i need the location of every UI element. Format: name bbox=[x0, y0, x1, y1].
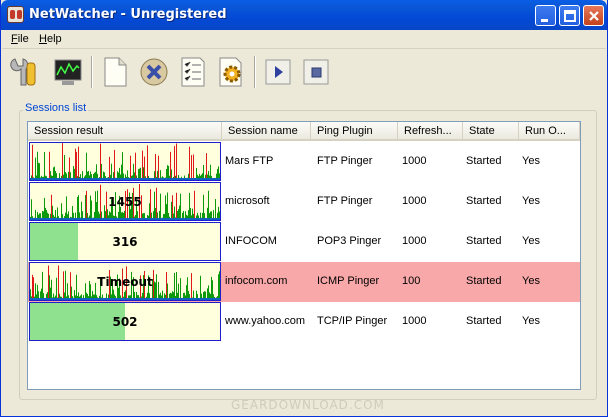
session-result-graph: 502 bbox=[29, 302, 221, 341]
state-cell: Started bbox=[466, 155, 502, 167]
run-on-cell: Yes bbox=[522, 235, 540, 247]
session-name-cell: microsoft bbox=[225, 195, 270, 207]
table-row[interactable]: Mars FTP FTP Pinger 1000 Started Yes bbox=[28, 142, 580, 182]
session-list-icon[interactable] bbox=[176, 55, 210, 89]
session-result-value: 316 bbox=[112, 235, 138, 249]
table-row[interactable]: 316 INFOCOM POP3 Pinger 1000 Started Yes bbox=[28, 222, 580, 262]
stop-icon[interactable] bbox=[300, 55, 334, 89]
menu-file[interactable]: File bbox=[11, 33, 29, 45]
refresh-cell: 1000 bbox=[402, 195, 427, 207]
delete-session-icon[interactable] bbox=[137, 55, 171, 89]
close-button[interactable] bbox=[583, 5, 604, 26]
session-result-value: Timeout bbox=[97, 275, 153, 289]
minimize-button[interactable] bbox=[535, 5, 556, 26]
title-bar[interactable]: NetWatcher - Unregistered bbox=[1, 0, 607, 30]
column-session-name[interactable]: Session name bbox=[222, 122, 311, 139]
table-row[interactable]: Timeout infocom.com ICMP Pinger 100 Started Y… bbox=[28, 262, 580, 302]
window-title: NetWatcher - Unregistered bbox=[29, 7, 227, 22]
refresh-cell: 100 bbox=[402, 275, 421, 287]
watermark-text: GEARDOWNLOAD.COM bbox=[231, 398, 385, 412]
sessions-group-label: Sessions list bbox=[23, 102, 89, 114]
run-on-cell: Yes bbox=[522, 155, 540, 167]
refresh-cell: 1000 bbox=[402, 155, 427, 167]
monitor-chart-icon[interactable] bbox=[52, 55, 86, 89]
toolbar-separator bbox=[91, 56, 93, 88]
state-cell: Started bbox=[466, 275, 502, 287]
app-icon bbox=[7, 6, 24, 23]
refresh-cell: 1000 bbox=[402, 315, 427, 327]
column-run-on[interactable]: Run O... bbox=[519, 122, 580, 139]
properties-tool-icon[interactable] bbox=[7, 55, 41, 89]
state-cell: Started bbox=[466, 235, 502, 247]
session-result-graph: 316 bbox=[29, 222, 221, 261]
app-window: NetWatcher - Unregistered File Help Sess… bbox=[0, 0, 608, 417]
session-result-graph bbox=[29, 142, 221, 181]
new-session-icon[interactable] bbox=[98, 55, 132, 89]
column-ping-plugin[interactable]: Ping Plugin bbox=[311, 122, 398, 139]
column-refresh[interactable]: Refresh... bbox=[398, 122, 463, 139]
ping-plugin-cell: FTP Pinger bbox=[317, 195, 373, 207]
table-row[interactable]: 1455 microsoft FTP Pinger 1000 Started Yes bbox=[28, 182, 580, 222]
menu-bar: File Help bbox=[2, 30, 606, 49]
state-cell: Started bbox=[466, 315, 502, 327]
session-result-value: 502 bbox=[112, 315, 138, 329]
refresh-cell: 1000 bbox=[402, 235, 427, 247]
table-row[interactable]: 502 www.yahoo.com TCP/IP Pinger 1000 Started… bbox=[28, 302, 580, 342]
ping-plugin-cell: ICMP Pinger bbox=[317, 275, 380, 287]
run-on-cell: Yes bbox=[522, 315, 540, 327]
session-result-value: 1455 bbox=[108, 195, 142, 209]
session-name-cell: Mars FTP bbox=[225, 155, 274, 167]
ping-plugin-cell: FTP Pinger bbox=[317, 155, 373, 167]
menu-help[interactable]: Help bbox=[39, 33, 62, 45]
list-header: Session result Session name Ping Plugin … bbox=[28, 122, 580, 141]
settings-gear-icon[interactable] bbox=[214, 55, 248, 89]
column-session-result[interactable]: Session result bbox=[28, 122, 222, 139]
toolbar bbox=[2, 50, 606, 95]
ping-plugin-cell: TCP/IP Pinger bbox=[317, 315, 388, 327]
session-name-cell: infocom.com bbox=[225, 275, 288, 287]
session-name-cell: www.yahoo.com bbox=[225, 315, 306, 327]
ping-plugin-cell: POP3 Pinger bbox=[317, 235, 382, 247]
run-on-cell: Yes bbox=[522, 275, 540, 287]
column-state[interactable]: State bbox=[463, 122, 519, 139]
session-result-graph: 1455 bbox=[29, 182, 221, 221]
session-name-cell: INFOCOM bbox=[225, 235, 277, 247]
state-cell: Started bbox=[466, 195, 502, 207]
toolbar-separator bbox=[254, 56, 256, 88]
sessions-list[interactable]: Session result Session name Ping Plugin … bbox=[27, 121, 581, 390]
maximize-button[interactable] bbox=[559, 5, 580, 26]
session-result-graph: Timeout bbox=[29, 262, 221, 301]
run-on-cell: Yes bbox=[522, 195, 540, 207]
start-play-icon[interactable] bbox=[262, 55, 296, 89]
